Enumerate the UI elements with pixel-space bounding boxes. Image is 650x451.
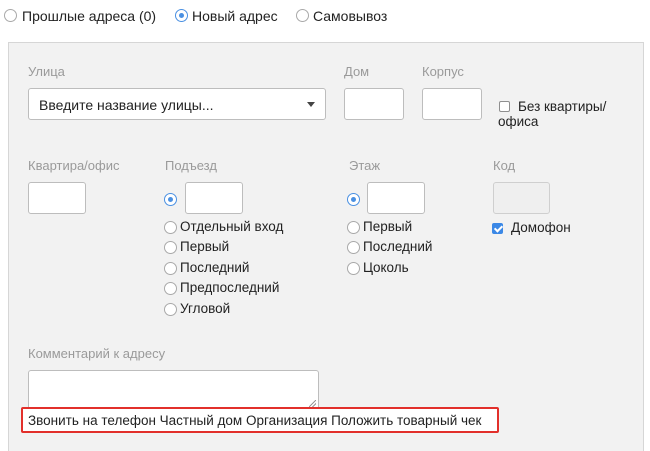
floor-option-label[interactable]: Первый bbox=[363, 219, 412, 235]
comment-textarea[interactable] bbox=[28, 370, 319, 410]
comment-label: Комментарий к адресу bbox=[28, 346, 166, 361]
floor-radio-last[interactable] bbox=[347, 241, 360, 254]
floor-radio-basement[interactable] bbox=[347, 262, 360, 275]
code-label: Код bbox=[493, 158, 516, 173]
intercom-checkbox[interactable] bbox=[492, 223, 503, 234]
entrance-radio-separate[interactable] bbox=[164, 221, 177, 234]
chevron-down-icon bbox=[307, 102, 315, 107]
entrance-input[interactable] bbox=[185, 182, 243, 214]
house-input[interactable] bbox=[344, 88, 404, 120]
street-label: Улица bbox=[28, 64, 65, 79]
floor-radio-first[interactable] bbox=[347, 221, 360, 234]
entrance-option-label[interactable]: Предпоследний bbox=[180, 280, 279, 296]
building-label: Корпус bbox=[422, 64, 464, 79]
apartment-label: Квартира/офис bbox=[28, 158, 120, 173]
no-apartment-label[interactable]: Без квартиры/ офиса bbox=[498, 99, 628, 129]
entrance-option-label[interactable]: Угловой bbox=[180, 301, 230, 317]
entrance-radio-corner[interactable] bbox=[164, 303, 177, 316]
entrance-option-label[interactable]: Отдельный вход bbox=[180, 219, 283, 235]
entrance-custom-radio[interactable] bbox=[164, 193, 177, 206]
entrance-label: Подъезд bbox=[165, 158, 217, 173]
street-select-value: Введите название улицы... bbox=[39, 97, 214, 113]
apartment-input[interactable] bbox=[28, 182, 86, 214]
entrance-radio-first[interactable] bbox=[164, 241, 177, 254]
entrance-radio-last[interactable] bbox=[164, 262, 177, 275]
code-input[interactable] bbox=[493, 182, 550, 214]
entrance-option-label[interactable]: Последний bbox=[180, 260, 249, 276]
radio-pickup[interactable] bbox=[296, 9, 309, 22]
radio-past-addresses[interactable] bbox=[4, 9, 17, 22]
extra-options-text: Звонить на телефон Частный дом Организац… bbox=[28, 413, 482, 428]
radio-new-address[interactable] bbox=[175, 9, 188, 22]
address-form-panel: Улица Введите название улицы... Дом Корп… bbox=[8, 42, 644, 451]
floor-custom-radio[interactable] bbox=[347, 193, 360, 206]
intercom-label[interactable]: Домофон bbox=[511, 220, 571, 236]
floor-label: Этаж bbox=[349, 158, 381, 173]
building-input[interactable] bbox=[422, 88, 482, 120]
radio-new-address-label[interactable]: Новый адрес bbox=[192, 8, 278, 24]
floor-option-label[interactable]: Последний bbox=[363, 239, 432, 255]
radio-past-addresses-label[interactable]: Прошлые адреса (0) bbox=[22, 8, 156, 24]
entrance-radio-penultimate[interactable] bbox=[164, 282, 177, 295]
floor-input[interactable] bbox=[367, 182, 425, 214]
radio-pickup-label[interactable]: Самовывоз bbox=[313, 8, 387, 24]
street-select[interactable]: Введите название улицы... bbox=[28, 88, 326, 120]
resize-handle-icon[interactable] bbox=[309, 400, 316, 407]
floor-option-label[interactable]: Цоколь bbox=[363, 260, 409, 276]
extra-options-line: Звонить на телефон Частный дом Организац… bbox=[21, 407, 499, 433]
entrance-option-label[interactable]: Первый bbox=[180, 239, 229, 255]
house-label: Дом bbox=[344, 64, 370, 79]
